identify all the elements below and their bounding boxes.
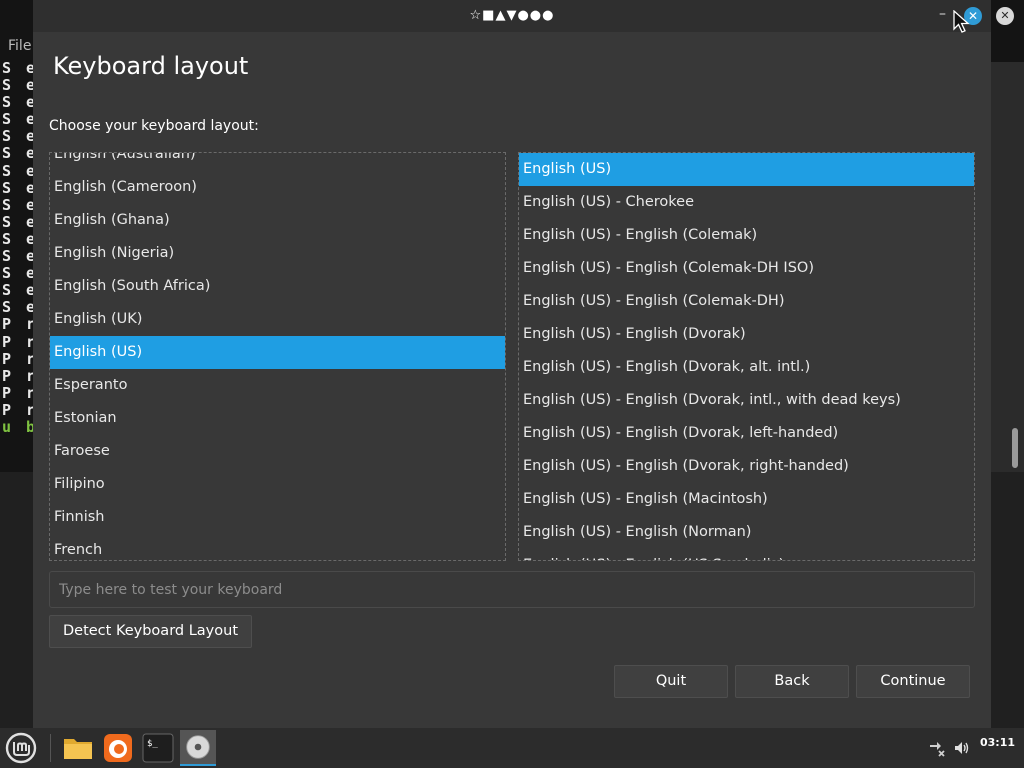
language-list-item[interactable]: French [50,534,505,560]
layout-variant-list-item[interactable]: English (US) - English (Colemak-DH) [519,285,974,318]
terminal-icon-prompt: $_ [147,739,158,749]
layout-language-list[interactable]: English (Australian) English (Cameroon) En… [49,152,506,561]
taskbar-separator [50,734,51,762]
minimize-button[interactable]: – [939,6,946,22]
layout-variant-list-item[interactable]: English (US) - Cherokee [519,186,974,219]
page-title: Keyboard layout [53,52,249,80]
continue-button[interactable]: Continue [856,665,970,698]
folder-icon[interactable] [60,730,96,766]
layout-variant-list-item[interactable]: English (US) - English (Dvorak) [519,318,974,351]
layout-variant-list-item[interactable]: English (US) - English (Dvorak, right-ha… [519,450,974,483]
page-subtitle: Choose your keyboard layout: [49,118,259,134]
volume-icon[interactable] [953,739,971,757]
terminal-close-button[interactable]: ✕ [996,7,1014,25]
layout-variant-list-item[interactable]: English (US) - English (Dvorak, left-han… [519,417,974,450]
terminal-scrollbar[interactable] [1012,428,1018,468]
terminal-icon[interactable]: $_ [140,730,176,766]
language-list-item[interactable]: Finnish [50,501,505,534]
language-list-item[interactable]: English (US) [50,336,505,369]
terminal-file-menu[interactable]: File [8,38,31,54]
layout-variant-list-item[interactable]: English (US) [519,153,974,186]
installer-window: ☆■▲▼●●● – ✕ Keyboard layout Choose your … [33,0,991,728]
taskbar: $_ 03:11 [0,728,1024,768]
layout-variant-list-item[interactable]: English (US) - English (US Symbolic) [519,549,974,560]
language-list-item[interactable]: English (South Africa) [50,270,505,303]
window-titlebar[interactable]: ☆■▲▼●●● – ✕ [33,0,991,33]
language-list-item[interactable]: Faroese [50,435,505,468]
network-disconnected-icon[interactable] [928,739,946,757]
layout-variant-list-item[interactable]: English (US) - English (Dvorak, alt. int… [519,351,974,384]
language-list-item[interactable]: Filipino [50,468,505,501]
firefox-icon[interactable] [100,730,136,766]
layout-variant-list-item[interactable]: English (US) - English (Dvorak, intl., w… [519,384,974,417]
detect-keyboard-layout-button[interactable]: Detect Keyboard Layout [49,615,252,648]
clock[interactable]: 03:11 [980,736,1015,749]
keyboard-test-input[interactable] [49,571,975,608]
language-list-item[interactable]: Esperanto [50,369,505,402]
back-button[interactable]: Back [735,665,849,698]
layout-variant-list-item[interactable]: English (US) - English (Macintosh) [519,483,974,516]
window-title: ☆■▲▼●●● [469,8,555,23]
language-list-item[interactable]: English (UK) [50,303,505,336]
layout-variant-list[interactable]: English (US) English (US) - Cherokee Engli… [518,152,975,561]
language-list-item[interactable]: English (Cameroon) [50,171,505,204]
mouse-cursor-icon [953,10,970,33]
language-list-item[interactable]: English (Ghana) [50,204,505,237]
language-list-item[interactable]: Estonian [50,402,505,435]
language-list-item[interactable]: English (Australian) [50,153,505,171]
language-list-item[interactable]: English (Nigeria) [50,237,505,270]
mint-menu-icon[interactable] [3,730,39,766]
layout-variant-list-item[interactable]: English (US) - English (Norman) [519,516,974,549]
layout-variant-list-item[interactable]: English (US) - English (Colemak) [519,219,974,252]
terminal-side-area [991,62,1024,472]
layout-variant-list-item[interactable]: English (US) - English (Colemak-DH ISO) [519,252,974,285]
quit-button[interactable]: Quit [614,665,728,698]
disc-installer-icon[interactable] [180,730,216,766]
